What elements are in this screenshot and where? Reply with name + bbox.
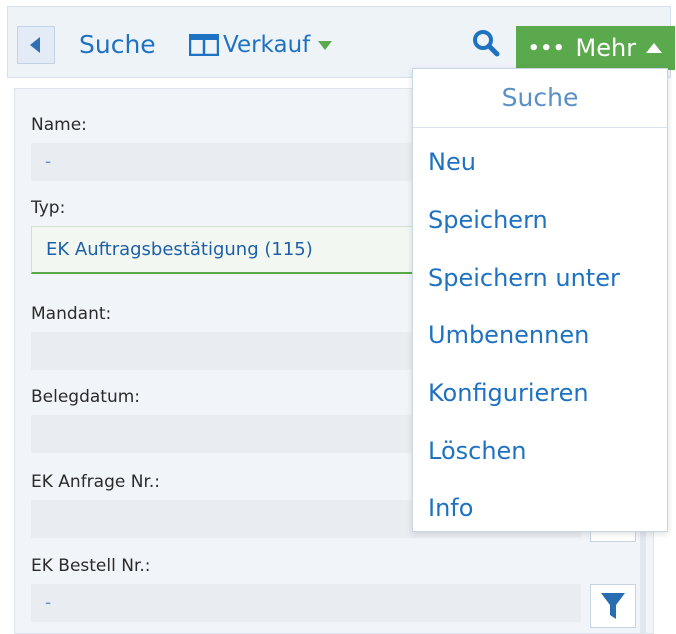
typ-field-value: EK Auftragsbestätigung (115): [46, 239, 313, 260]
field-label-typ: Typ:: [31, 198, 66, 218]
search-button[interactable]: [472, 29, 500, 61]
menu-item-loeschen[interactable]: Löschen: [428, 437, 527, 465]
more-menu: Suche Neu Speichern Speichern unter Umbe…: [412, 68, 668, 532]
search-icon: [473, 30, 500, 57]
menu-item-umbenennen[interactable]: Umbenennen: [428, 321, 589, 349]
view-selector[interactable]: Verkauf: [189, 26, 333, 64]
menu-item-info[interactable]: Info: [428, 494, 473, 522]
field-label-ek-bestell: EK Bestell Nr.:: [31, 556, 151, 576]
caret-left-icon: [30, 37, 40, 53]
field-label-belegdatum: Belegdatum:: [31, 387, 141, 407]
menu-item-neu[interactable]: Neu: [428, 148, 476, 176]
page-title: Suche: [79, 30, 156, 59]
caret-down-icon: [318, 40, 333, 50]
columns-icon: [189, 34, 219, 56]
filter-icon: [601, 593, 625, 619]
field-label-ek-anfrage: EK Anfrage Nr.:: [31, 472, 161, 492]
field-label-mandant: Mandant:: [31, 304, 112, 324]
filter-button[interactable]: [590, 584, 636, 628]
more-label: Mehr: [575, 34, 637, 62]
menu-item-konfigurieren[interactable]: Konfigurieren: [428, 379, 589, 407]
field-label-name: Name:: [31, 115, 87, 135]
menu-title: Suche: [413, 69, 667, 128]
back-button[interactable]: [17, 26, 55, 64]
view-label: Verkauf: [223, 32, 311, 58]
menu-item-speichern-unter[interactable]: Speichern unter: [428, 264, 620, 292]
ek-bestell-field[interactable]: -: [31, 584, 581, 622]
ek-bestell-field-value: -: [45, 593, 52, 613]
ellipsis-icon: •••: [528, 37, 566, 59]
more-button[interactable]: ••• Mehr: [516, 26, 675, 70]
caret-up-icon: [646, 43, 663, 53]
name-field-value: -: [45, 152, 52, 172]
menu-item-speichern[interactable]: Speichern: [428, 206, 548, 234]
